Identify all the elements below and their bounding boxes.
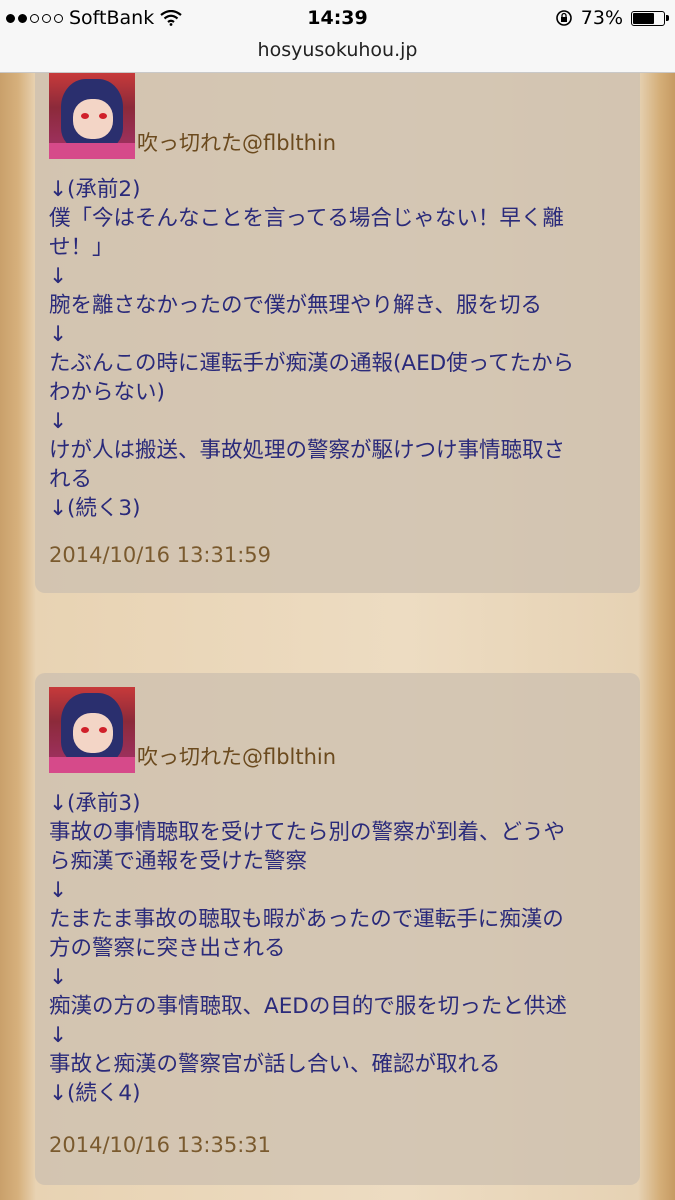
post-line: 事故と痴漢の警察官が話し合い、確認が取れる <box>49 1052 501 1077</box>
post-card: 吹っ切れた@flblthin ↓(承前2) 僕「今はそんなことを言ってる場合じゃ… <box>35 73 640 593</box>
post-timestamp[interactable]: 2014/10/16 13:35:31 <box>49 1133 271 1157</box>
post-line: 方の警察に突き出される <box>49 936 286 961</box>
avatar[interactable] <box>49 687 135 773</box>
post-header: 吹っ切れた@flblthin <box>49 687 336 773</box>
post-line: ↓(承前2) <box>49 177 141 202</box>
post-line: ↓(続く3) <box>49 496 141 521</box>
post-line: けが人は搬送、事故処理の警察が駆けつけ事情聴取さ <box>49 438 566 463</box>
battery-percent: 73% <box>580 7 623 29</box>
post-line: ↓ <box>49 264 68 289</box>
author-name[interactable]: 吹っ切れた@flblthin <box>137 741 336 771</box>
rotation-lock-icon <box>555 10 572 26</box>
page-content: 吹っ切れた@flblthin ↓(承前2) 僕「今はそんなことを言ってる場合じゃ… <box>0 73 675 1200</box>
url-text[interactable]: hosyusokuhou.jp <box>258 39 418 61</box>
post-line: せ！」 <box>49 235 114 260</box>
avatar[interactable] <box>49 73 135 159</box>
post-line: わからない) <box>49 380 165 405</box>
post-line: 事故の事情聴取を受けてたら別の警察が到着、どうや <box>49 820 566 845</box>
post-line: ↓(承前3) <box>49 791 141 816</box>
post-line: ↓ <box>49 409 68 434</box>
post-line: ↓ <box>49 1023 68 1048</box>
post-line: ら痴漢で通報を受けた警察 <box>49 849 308 874</box>
post-line: 腕を離さなかったので僕が無理やり解き、服を切る <box>49 293 542 318</box>
post-line: れる <box>49 467 93 492</box>
address-bar[interactable]: hosyusokuhou.jp <box>0 38 675 73</box>
battery-icon <box>631 10 669 26</box>
author-name[interactable]: 吹っ切れた@flblthin <box>137 127 336 157</box>
status-right: 73% <box>555 7 669 29</box>
post-line: たまたま事故の聴取も暇があったので運転手に痴漢の <box>49 907 564 932</box>
post-line: ↓(続く4) <box>49 1081 141 1106</box>
post-body: ↓(承前2) 僕「今はそんなことを言ってる場合じゃない！早く離 せ！」 ↓ 腕を… <box>49 175 624 523</box>
post-line: 痴漢の方の事情聴取、AEDの目的で服を切ったと供述 <box>49 994 567 1019</box>
status-bar: SoftBank 14:39 73% <box>0 0 675 38</box>
post-line: ↓ <box>49 965 68 990</box>
post-line: 僕「今はそんなことを言ってる場合じゃない！早く離 <box>49 206 564 231</box>
post-card: 吹っ切れた@flblthin ↓(承前3) 事故の事情聴取を受けてたら別の警察が… <box>35 673 640 1185</box>
post-line: たぶんこの時に運転手が痴漢の通報(AED使ってたから <box>49 351 575 376</box>
post-line: ↓ <box>49 322 68 347</box>
post-header: 吹っ切れた@flblthin <box>49 73 336 159</box>
post-timestamp[interactable]: 2014/10/16 13:31:59 <box>49 543 271 567</box>
post-body: ↓(承前3) 事故の事情聴取を受けてたら別の警察が到着、どうや ら痴漢で通報を受… <box>49 789 624 1108</box>
post-line: ↓ <box>49 878 68 903</box>
